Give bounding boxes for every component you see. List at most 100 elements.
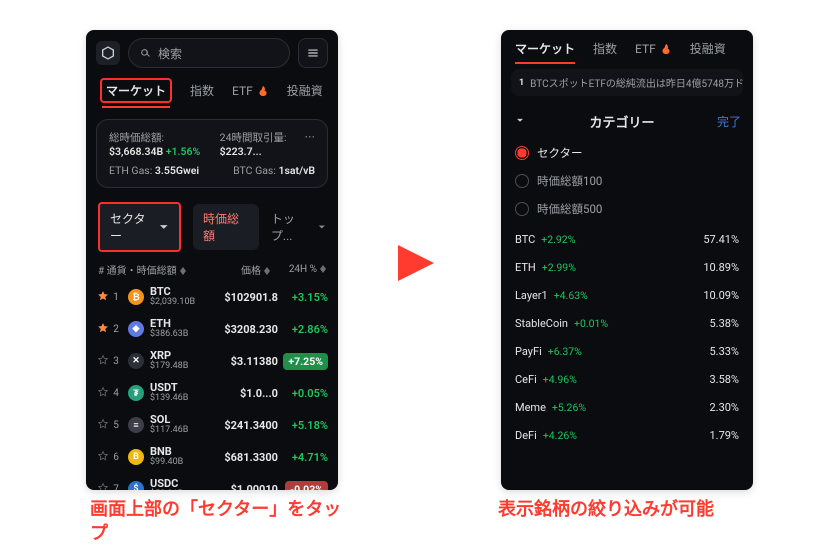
sector-share: 5.33% [709,345,739,358]
tab-invest[interactable]: 投融資 [690,40,726,57]
category-header: カテゴリー 完了 [501,104,753,139]
star-filled-icon [97,322,109,334]
tab-etf[interactable]: ETF [232,78,269,103]
search-input[interactable]: 検索 [128,38,290,68]
change-text: +4.71% [292,451,328,464]
sector-name: CeFi [515,373,537,386]
sector-share: 2.30% [709,401,739,414]
caption-left: 画面上部の「セクター」をタップ [90,498,350,547]
sector-name: Meme [515,401,546,414]
col-price[interactable]: 価格 [192,262,270,277]
news-ticker[interactable]: 1 BTCスポットETFの総純流出は昨日4億5748万ドル... [511,69,743,96]
top-filter[interactable]: トップ... [271,210,326,244]
coin-name: USDC$52.31B [150,478,206,490]
sector-filter[interactable]: セクター [98,202,181,252]
phone-right: マーケット 指数 ETF 投融資 1 BTCスポットETFの総純流出は昨日4億5… [501,30,753,490]
coin-icon: ◆ [128,321,144,337]
price: $3.11380 [206,355,278,368]
table-row[interactable]: 5 ≡ SOL$117.46B $241.3400 +5.18% [96,409,328,441]
chevron-down-icon [513,113,527,127]
sector-row[interactable]: CeFi +4.96% 3.58% [515,365,739,393]
category-option[interactable]: 時価総額500 [501,195,753,223]
done-button[interactable]: 完了 [717,113,741,130]
app-logo[interactable] [96,41,120,65]
topbar: 検索 [86,30,338,76]
rank: 2 [110,324,122,335]
table-row[interactable]: 6 B BNB$99.40B $681.3300 +4.71% [96,441,328,473]
sector-change: +5.26% [552,401,586,414]
coin-list: 1 ₿ BTC$2,039.10B $102901.8 +3.15% 2 ◆ E… [86,281,338,490]
sector-row[interactable]: ETH+2.99%10.89% [515,253,739,281]
search-icon [139,47,152,60]
star-outline-icon [97,418,109,430]
table-row[interactable]: 3 ✕ XRP$179.48B $3.11380 +7.25% [96,345,328,377]
table-row[interactable]: 2 ◆ ETH$386.63B $3208.230 +2.86% [96,313,328,345]
sector-row[interactable]: StableCoin+0.01%5.38% [515,309,739,337]
category-options: セクター時価総額100時価総額500 [501,139,753,223]
filter-bar: セクター 時価総額 トップ... [86,196,338,258]
tab-market[interactable]: マーケット [515,40,575,57]
chevron-down-icon [159,222,169,232]
sector-name: BTC [515,233,535,246]
rank: 4 [110,388,122,399]
menu-button[interactable] [298,38,328,68]
sector-row[interactable]: Layer1+4.63%10.09% [515,281,739,309]
fav-toggle[interactable] [96,418,110,433]
change-text: +2.86% [292,323,328,336]
more-icon[interactable]: ⋯ [305,130,316,158]
star-outline-icon [97,386,109,398]
rank: 3 [110,356,122,367]
coin-name: ETH$386.63B [150,318,206,340]
sector-change: +0.01% [574,317,608,330]
sector-name: ETH [515,261,536,274]
price: $241.3400 [206,419,278,432]
fav-toggle[interactable] [96,322,110,337]
radio-icon [515,202,529,216]
back-button[interactable] [513,112,527,131]
table-header: # 通貨・時価総額 価格 24H % [86,258,338,281]
sector-row[interactable]: PayFi+6.37%5.33% [515,337,739,365]
sector-list: BTC+2.92%57.41%ETH+2.99%10.89%Layer1+4.6… [501,223,753,451]
fav-toggle[interactable] [96,482,110,491]
tab-invest[interactable]: 投融資 [287,78,323,103]
sector-share: 10.09% [703,289,739,302]
sector-change: +6.37% [548,345,582,358]
sector-change: +4.96% [543,373,577,386]
table-row[interactable]: 1 ₿ BTC$2,039.10B $102901.8 +3.15% [96,281,328,313]
star-outline-icon [97,450,109,462]
sector-share: 3.58% [709,373,739,386]
table-row[interactable]: 7 $ USDC$52.31B $1.00010 -0.03% [96,473,328,490]
tab-market[interactable]: マーケット [100,78,172,103]
tab-etf[interactable]: ETF [635,40,672,57]
change-badge: -0.03% [285,481,328,491]
sector-row[interactable]: Meme +5.26% 2.30% [515,393,739,421]
chevron-down-icon [318,223,326,231]
category-option[interactable]: 時価総額100 [501,167,753,195]
sector-share: 1.79% [709,429,739,442]
radio-icon [515,174,529,188]
table-row[interactable]: 4 ₮ USDT$139.46B $1.0...0 +0.05% [96,377,328,409]
fire-icon [660,43,672,55]
fav-toggle[interactable] [96,450,110,465]
radio-icon [515,146,529,160]
rank: 6 [110,452,122,463]
tab-index[interactable]: 指数 [190,78,214,103]
fav-toggle[interactable] [96,386,110,401]
rank: 7 [110,484,122,491]
fav-toggle[interactable] [96,354,110,369]
sector-share: 57.41% [703,233,739,246]
sector-row[interactable]: DeFi+4.26%1.79% [515,421,739,449]
col-coin[interactable]: # 通貨・時価総額 [98,262,192,277]
change-text: +3.15% [292,291,328,304]
sector-name: StableCoin [515,317,568,330]
category-option[interactable]: セクター [501,139,753,167]
sector-row[interactable]: BTC+2.92%57.41% [515,225,739,253]
fav-toggle[interactable] [96,290,110,305]
col-change[interactable]: 24H % [270,264,326,275]
sector-name: Layer1 [515,289,548,302]
change-badge: +7.25% [283,353,328,370]
sort-filter[interactable]: 時価総額 [193,204,259,250]
coin-name: BNB$99.40B [150,446,206,468]
tab-index[interactable]: 指数 [593,40,617,57]
change-text: +5.18% [292,419,328,432]
